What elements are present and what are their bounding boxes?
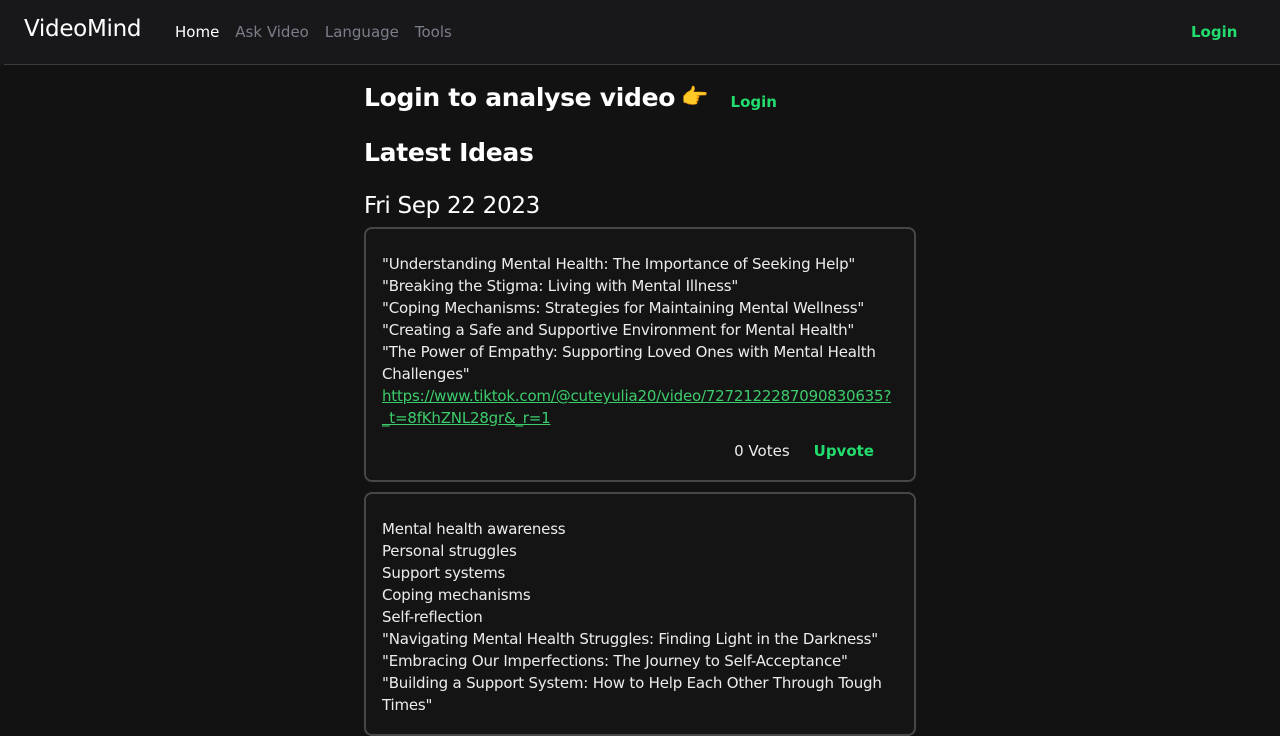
login-link[interactable]: Login (731, 93, 777, 111)
idea-line: Personal struggles (382, 542, 517, 560)
idea-line: "Building a Support System: How to Help … (382, 674, 882, 714)
nav-link-home[interactable]: Home (175, 23, 219, 41)
nav-link-ask-video[interactable]: Ask Video (235, 23, 309, 41)
idea-line: "Creating a Safe and Supportive Environm… (382, 321, 855, 339)
vote-count: 0 Votes (734, 442, 790, 460)
idea-line: Mental health awareness (382, 520, 566, 538)
idea-line: Coping mechanisms (382, 586, 531, 604)
nav-link-tools[interactable]: Tools (415, 23, 452, 41)
nav-link-language[interactable]: Language (325, 23, 399, 41)
login-prompt: Login to analyse video 👉 Login (364, 78, 916, 116)
vote-row: 0 Votes Upvote (382, 440, 898, 462)
idea-line: "Coping Mechanisms: Strategies for Maint… (382, 299, 865, 317)
latest-ideas-title: Latest Ideas (364, 138, 534, 167)
date-heading: Fri Sep 22 2023 (364, 193, 540, 219)
nav-login-button[interactable]: Login (1191, 23, 1237, 41)
pointing-hand-icon: 👉 (681, 84, 709, 110)
login-prompt-title: Login to analyse video (364, 82, 676, 112)
upvote-button[interactable]: Upvote (814, 442, 874, 460)
idea-line: "The Power of Empathy: Supporting Loved … (382, 343, 876, 383)
idea-line: "Understanding Mental Health: The Import… (382, 255, 856, 273)
brand-logo[interactable]: VideoMind (24, 16, 141, 42)
idea-line: Support systems (382, 564, 506, 582)
video-link[interactable]: https://www.tiktok.com/@cuteyulia20/vide… (382, 385, 898, 429)
idea-line: "Navigating Mental Health Struggles: Fin… (382, 630, 878, 648)
main-content: Login to analyse video 👉 Login Latest Id… (364, 78, 916, 736)
idea-line: Self-reflection (382, 608, 483, 626)
idea-card: Mental health awareness Personal struggl… (364, 492, 916, 736)
idea-card: "Understanding Mental Health: The Import… (364, 227, 916, 482)
idea-line: "Embracing Our Imperfections: The Journe… (382, 652, 848, 670)
nav-links: Home Ask Video Language Tools (175, 23, 468, 41)
navbar: VideoMind Home Ask Video Language Tools … (0, 0, 1280, 65)
navbar-divider-edge (0, 64, 4, 65)
idea-line: "Breaking the Stigma: Living with Mental… (382, 277, 739, 295)
